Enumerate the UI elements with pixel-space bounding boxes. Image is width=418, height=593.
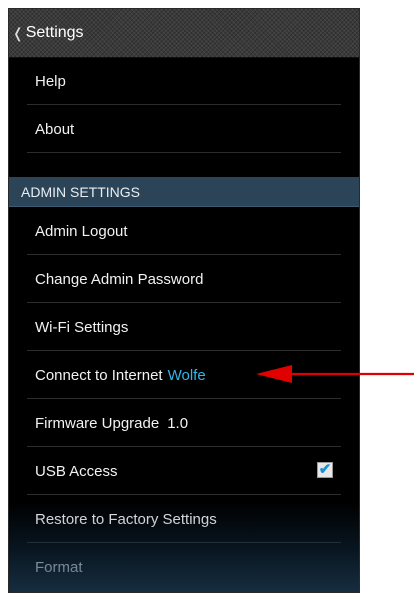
settings-item-label: Change Admin Password (35, 270, 204, 288)
settings-item-wifi-settings[interactable]: Wi-Fi Settings (9, 303, 359, 351)
settings-item-label: Firmware Upgrade (35, 414, 160, 432)
phone-screen: ❬ Settings Help About ADMIN SETTINGS Adm… (8, 8, 360, 593)
section-header-admin: ADMIN SETTINGS (9, 177, 359, 207)
settings-item-label: Format (35, 558, 83, 576)
settings-item-label: Restore to Factory Settings (35, 510, 217, 528)
chevron-left-icon[interactable]: ❬ (12, 25, 24, 42)
settings-item-label: About (35, 120, 75, 138)
settings-item-help[interactable]: Help (9, 57, 359, 105)
settings-item-label: Help (35, 72, 66, 90)
settings-item-firmware-upgrade[interactable]: Firmware Upgrade 1.0 (9, 399, 359, 447)
usb-access-checkbox[interactable]: ✔ (317, 462, 333, 478)
section-header-label: ADMIN SETTINGS (21, 183, 141, 200)
settings-item-label: Admin Logout (35, 222, 128, 240)
action-bar[interactable]: ❬ Settings (9, 9, 359, 58)
wifi-network-name: Wolfe (167, 366, 206, 384)
page-title[interactable]: Settings (26, 24, 84, 42)
arrow-head (256, 365, 292, 383)
settings-list: Help About ADMIN SETTINGS Admin Logout C… (9, 57, 359, 592)
firmware-version: 1.0 (167, 414, 189, 432)
settings-item-label: Connect to Internet (35, 366, 163, 384)
settings-item-usb-access[interactable]: USB Access ✔ (9, 447, 359, 495)
settings-item-about[interactable]: About (9, 105, 359, 153)
red-arrow-icon (256, 365, 414, 383)
settings-item-label: Wi-Fi Settings (35, 318, 129, 336)
settings-item-format[interactable]: Format (9, 543, 359, 591)
settings-item-admin-logout[interactable]: Admin Logout (9, 207, 359, 255)
settings-item-label: USB Access (35, 462, 118, 480)
settings-item-change-admin-password[interactable]: Change Admin Password (9, 255, 359, 303)
checkmark-icon: ✔ (318, 461, 332, 478)
settings-item-restore-factory[interactable]: Restore to Factory Settings (9, 495, 359, 543)
